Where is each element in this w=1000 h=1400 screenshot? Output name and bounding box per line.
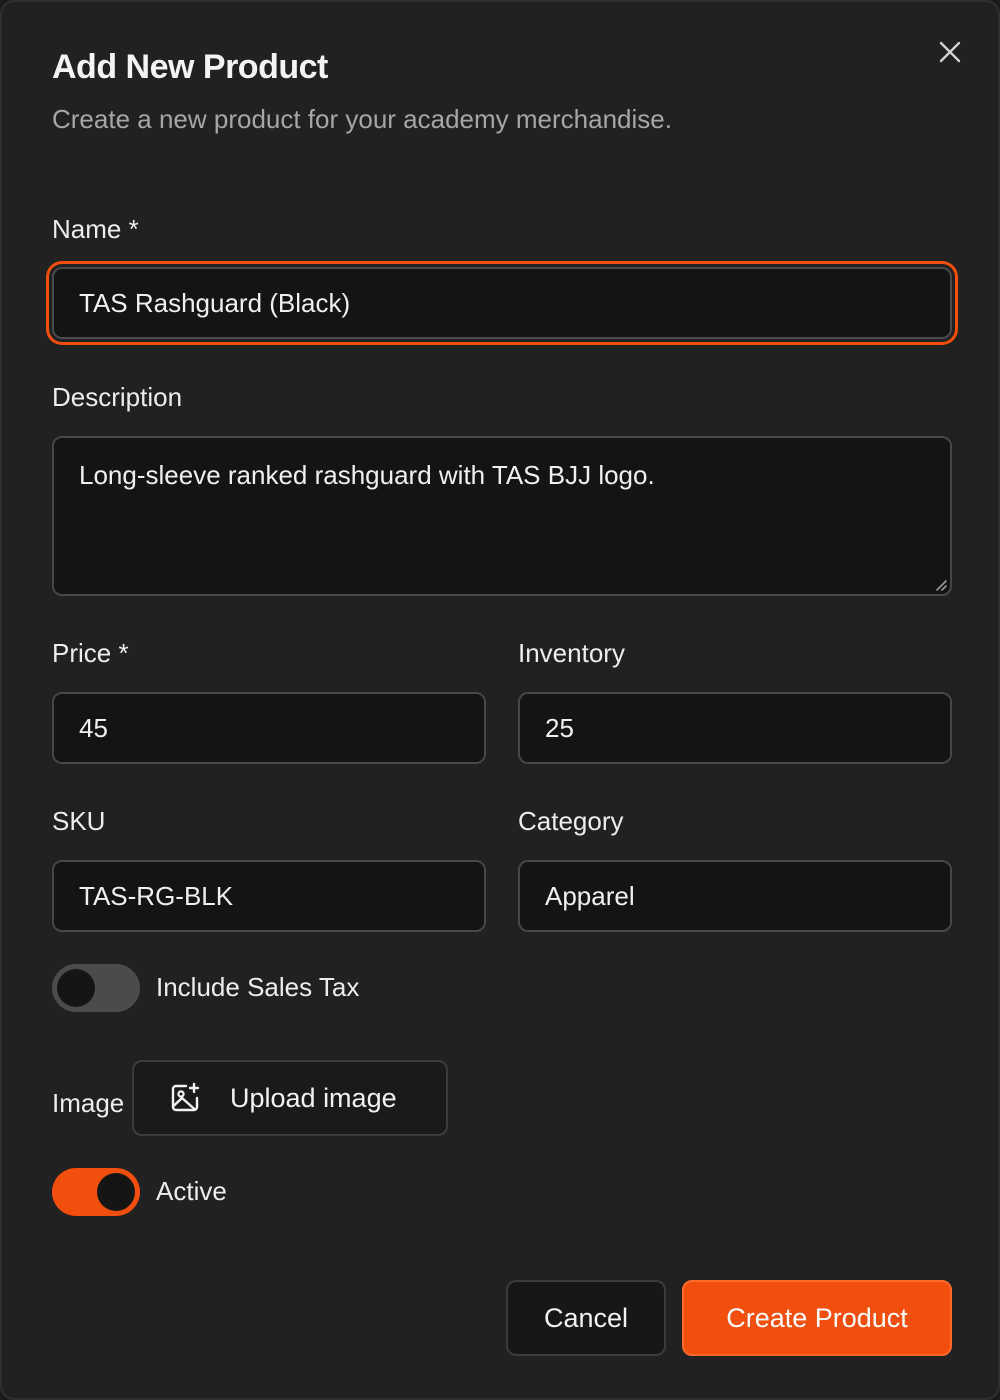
price-label: Price *	[52, 638, 129, 668]
toggle-knob	[57, 969, 95, 1007]
name-label: Name *	[52, 214, 139, 244]
sales-tax-label: Include Sales Tax	[156, 972, 360, 1002]
dialog-title: Add New Product	[52, 48, 328, 86]
description-textarea[interactable]: Long-sleeve ranked rashguard with TAS BJ…	[52, 436, 952, 596]
add-product-dialog: Add New Product Create a new product for…	[0, 0, 1000, 1400]
close-icon	[939, 41, 961, 63]
category-label: Category	[518, 806, 624, 836]
sku-input[interactable]	[52, 860, 486, 932]
upload-image-button[interactable]: Upload image	[132, 1060, 448, 1136]
inventory-label: Inventory	[518, 638, 625, 668]
toggle-knob	[97, 1173, 135, 1211]
cancel-button[interactable]: Cancel	[506, 1280, 666, 1356]
inventory-input[interactable]	[518, 692, 952, 764]
resize-grip-icon[interactable]	[932, 576, 948, 592]
active-toggle[interactable]	[52, 1168, 140, 1216]
image-plus-icon	[171, 1082, 200, 1112]
sales-tax-toggle[interactable]	[52, 964, 140, 1012]
active-label: Active	[156, 1176, 227, 1206]
close-button[interactable]	[932, 34, 968, 70]
price-input[interactable]	[52, 692, 486, 764]
create-product-button[interactable]: Create Product	[682, 1280, 952, 1356]
upload-image-label: Upload image	[230, 1082, 397, 1113]
sku-label: SKU	[52, 806, 106, 836]
category-input[interactable]	[518, 860, 952, 932]
image-label: Image	[52, 1088, 125, 1118]
description-label: Description	[52, 382, 183, 412]
name-input[interactable]	[52, 267, 952, 339]
dialog-subtitle: Create a new product for your academy me…	[52, 104, 672, 134]
